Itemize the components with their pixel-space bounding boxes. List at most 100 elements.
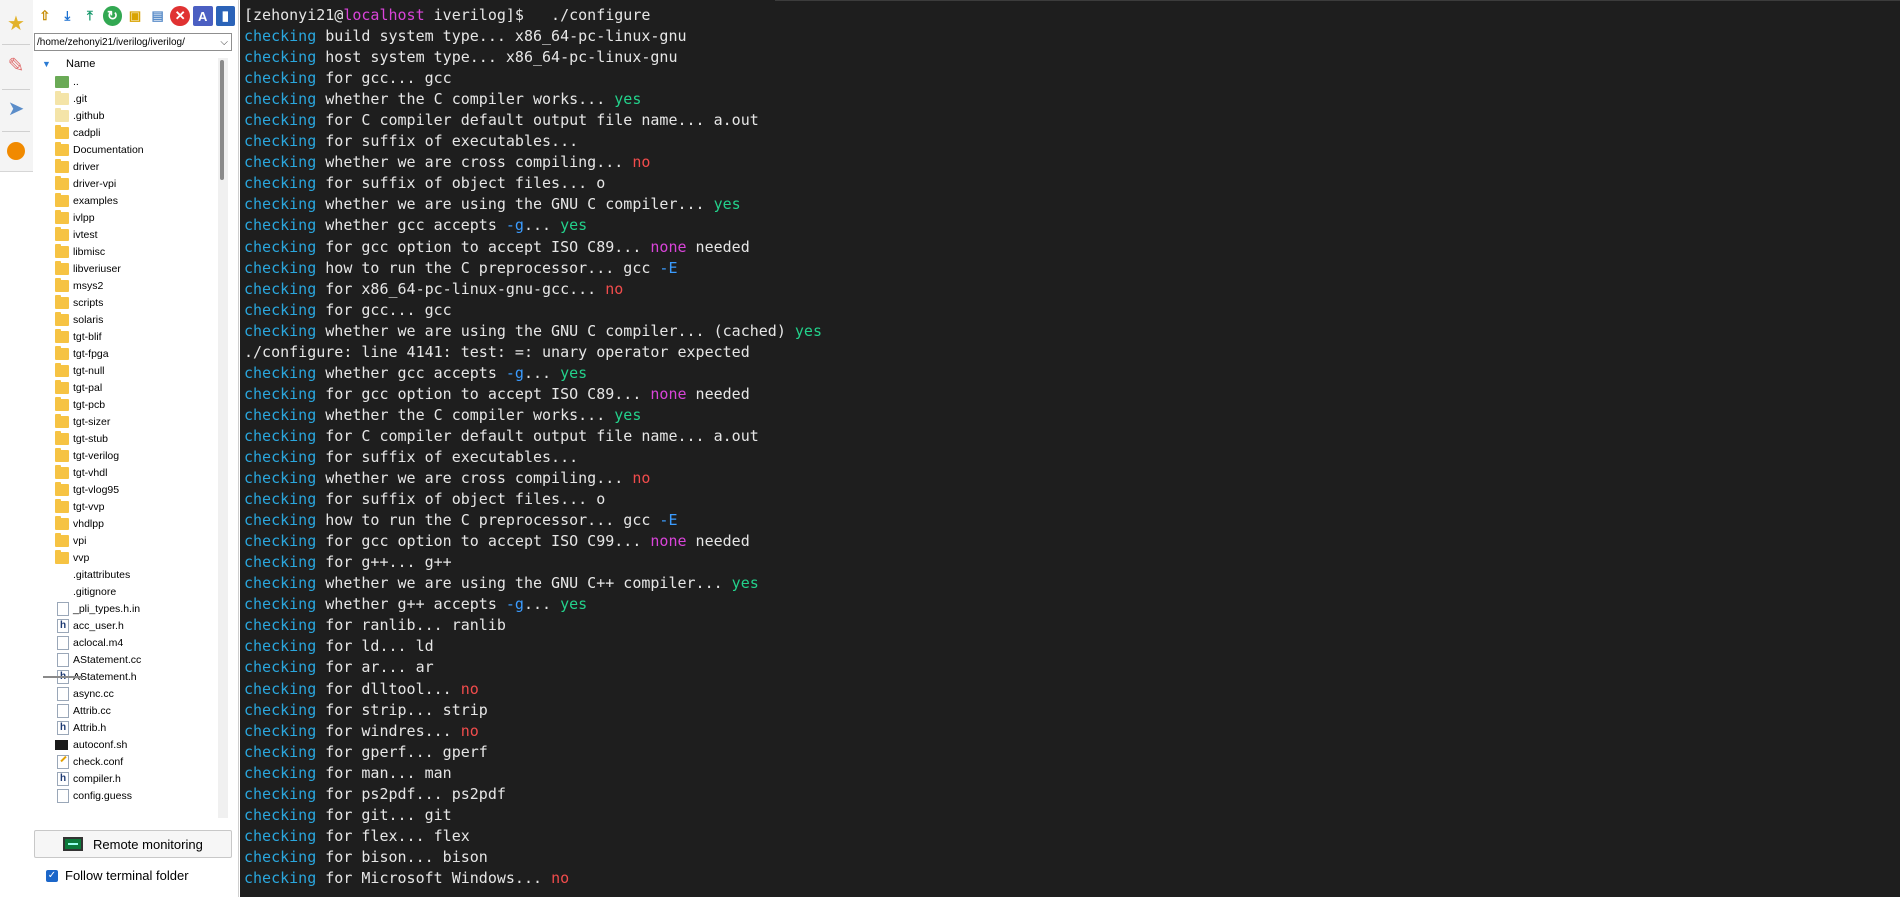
vertical-scrollbar[interactable]	[218, 58, 228, 818]
collapse-icon[interactable]: ▼	[42, 56, 51, 72]
terminal-segment: checking	[244, 490, 317, 509]
file-list-item[interactable]: tgt-pal	[33, 380, 217, 397]
terminal-segment: for ar... ar	[316, 658, 434, 677]
send-icon[interactable]: ➤	[3, 95, 29, 121]
terminal-segment: checking	[244, 426, 317, 445]
terminal-segment: whether we are cross compiling...	[316, 153, 633, 172]
file-list-item[interactable]: tgt-null	[33, 363, 217, 380]
globe-icon[interactable]	[3, 138, 29, 164]
file-list-item[interactable]: h Attrib.h	[33, 720, 217, 737]
terminal-segment: whether the C compiler works...	[316, 90, 615, 109]
file-list-item[interactable]: msys2	[33, 278, 217, 295]
file-list-item[interactable]: aclocal.m4	[33, 635, 217, 652]
file-name: tgt-verilog	[73, 450, 120, 462]
file-list-item[interactable]: driver	[33, 159, 217, 176]
file-list-item[interactable]: .gitattributes	[33, 567, 217, 584]
horizontal-scrollbar[interactable]	[43, 676, 83, 678]
terminal-segment: for gcc option to accept ISO C89...	[316, 237, 651, 256]
file-list-item[interactable]: Documentation	[33, 142, 217, 159]
file-list-item[interactable]: tgt-vlog95	[33, 482, 217, 499]
tree-header[interactable]: ▼ Name	[33, 56, 217, 72]
file-name: vvp	[73, 552, 90, 564]
tools-icon[interactable]: ✎	[3, 52, 29, 78]
file-list-item[interactable]: tgt-verilog	[33, 448, 217, 465]
path-dropdown[interactable]: /home/zehonyi21/iverilog/iverilog/ ⌵	[34, 33, 232, 51]
file-list-item[interactable]: tgt-sizer	[33, 414, 217, 431]
delete-icon[interactable]: ✕	[170, 6, 190, 26]
file-list-item[interactable]: vhdlpp	[33, 516, 217, 533]
file-list-item[interactable]: h compiler.h	[33, 771, 217, 788]
terminal-line: checking for bison... bison	[244, 847, 822, 868]
file-list-item[interactable]: ..	[33, 74, 217, 91]
rename-icon[interactable]: A	[192, 6, 213, 26]
file-icon	[57, 687, 69, 701]
terminal-segment: for git... git	[316, 805, 452, 824]
file-list-item[interactable]: solaris	[33, 312, 217, 329]
file-list-item[interactable]: vvp	[33, 550, 217, 567]
file-list-item[interactable]: examples	[33, 193, 217, 210]
file-list-item[interactable]: async.cc	[33, 686, 217, 703]
chevron-down-icon[interactable]: ⌵	[220, 34, 228, 52]
terminal[interactable]: [zehonyi21@localhost iverilog]$ ./config…	[240, 0, 1900, 897]
checkbox-checked-icon[interactable]: ✓	[46, 870, 58, 882]
file-list-item[interactable]: check.conf	[33, 754, 217, 771]
file-list-item[interactable]: ivlpp	[33, 210, 217, 227]
properties-icon[interactable]: ▮	[215, 6, 236, 26]
name-column-header[interactable]: Name	[66, 56, 95, 72]
terminal-line: checking for gcc option to accept ISO C8…	[244, 384, 822, 405]
terminal-line: checking host system type... x86_64-pc-l…	[244, 47, 822, 68]
terminal-segment: needed	[686, 237, 750, 256]
file-list-item[interactable]: .git	[33, 91, 217, 108]
folder-icon	[55, 142, 69, 156]
file-list-item[interactable]: driver-vpi	[33, 176, 217, 193]
upload-icon[interactable]: ⤒	[80, 6, 100, 26]
file-list-item[interactable]: tgt-fpga	[33, 346, 217, 363]
download-icon[interactable]: ⤓	[58, 6, 78, 26]
file-list-item[interactable]: _pli_types.h.in	[33, 601, 217, 618]
terminal-line: checking for suffix of object files... o	[244, 489, 822, 510]
file-list-item[interactable]: vpi	[33, 533, 217, 550]
file-name: tgt-null	[73, 365, 105, 377]
terminal-segment: checking	[244, 90, 317, 109]
file-list-item[interactable]: tgt-stub	[33, 431, 217, 448]
folder-icon	[55, 516, 69, 530]
parent-folder-icon[interactable]: ⇧	[35, 6, 55, 26]
file-name: driver	[73, 161, 100, 173]
star-icon[interactable]: ★	[3, 10, 29, 36]
terminal-segment: no	[460, 721, 479, 740]
file-list-item[interactable]: tgt-pcb	[33, 397, 217, 414]
file-list-item[interactable]: cadpli	[33, 125, 217, 142]
terminal-segment: for bison... bison	[316, 847, 488, 866]
new-file-icon[interactable]: ▤	[148, 6, 168, 26]
terminal-line: checking for x86_64-pc-linux-gnu-gcc... …	[244, 279, 822, 300]
file-list-item[interactable]: tgt-vhdl	[33, 465, 217, 482]
folder-icon	[55, 448, 69, 462]
file-list: .. .git .github cadpli Documentation driver dr…	[33, 74, 217, 805]
file-list-item[interactable]: ivtest	[33, 227, 217, 244]
file-list-item[interactable]: libmisc	[33, 244, 217, 261]
file-icon	[57, 602, 69, 616]
file-list-item[interactable]: libveriuser	[33, 261, 217, 278]
terminal-segment: checking	[244, 384, 317, 403]
file-list-item[interactable]: scripts	[33, 295, 217, 312]
scrollbar-thumb[interactable]	[220, 60, 224, 180]
terminal-segment: for C compiler default output file name.…	[316, 426, 759, 445]
file-list-item[interactable]: AStatement.cc	[33, 652, 217, 669]
folder-icon	[55, 210, 69, 224]
file-list-item[interactable]: h acc_user.h	[33, 618, 217, 635]
file-list-item[interactable]: Attrib.cc	[33, 703, 217, 720]
terminal-segment: checking	[244, 69, 317, 88]
terminal-segment: ...	[523, 363, 561, 382]
file-list-item[interactable]: .gitignore	[33, 584, 217, 601]
file-name: ..	[73, 76, 79, 88]
new-folder-icon[interactable]: ▣	[125, 6, 145, 26]
file-list-item[interactable]: config.guess	[33, 788, 217, 805]
file-list-item[interactable]: tgt-blif	[33, 329, 217, 346]
file-list-item[interactable]: tgt-vvp	[33, 499, 217, 516]
remote-monitoring-button[interactable]: Remote monitoring	[34, 830, 232, 858]
refresh-icon[interactable]: ↻	[102, 6, 123, 26]
file-list-item[interactable]: autoconf.sh	[33, 737, 217, 754]
terminal-segment: how to run the C preprocessor... gcc	[316, 511, 660, 530]
follow-terminal-checkbox[interactable]: ✓ Follow terminal folder	[43, 866, 233, 886]
file-list-item[interactable]: .github	[33, 108, 217, 125]
